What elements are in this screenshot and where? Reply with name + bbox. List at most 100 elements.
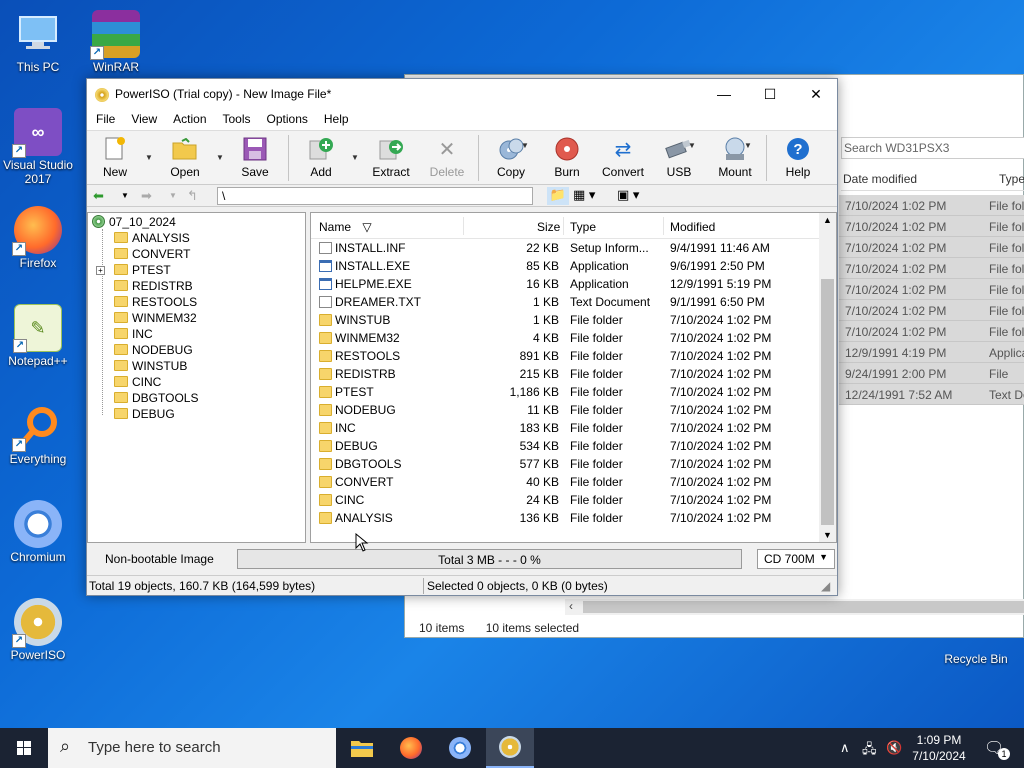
- file-row[interactable]: PTEST 1,186 KB File folder 7/10/2024 1:02 P…: [311, 383, 821, 401]
- explorer-row[interactable]: 7/10/2024 1:02 PM File fold: [839, 237, 1024, 258]
- path-input[interactable]: \: [217, 187, 533, 205]
- desktop-icon-this-pc[interactable]: This PC: [0, 10, 76, 74]
- new-button[interactable]: New: [87, 135, 143, 179]
- file-row[interactable]: WINSTUB 1 KB File folder 7/10/2024 1:02 PM: [311, 311, 821, 329]
- desktop-icon-firefox[interactable]: ↗ Firefox: [0, 206, 76, 270]
- desktop-icon-everything[interactable]: ↗ Everything: [0, 402, 76, 466]
- column-name[interactable]: Name ▽: [319, 220, 372, 234]
- close-button[interactable]: ✕: [793, 79, 839, 109]
- folder-view-icon[interactable]: 📁: [547, 187, 569, 205]
- tree-folder[interactable]: WINSTUB: [114, 359, 187, 375]
- horizontal-scrollbar[interactable]: ‹: [565, 599, 1024, 615]
- explorer-row[interactable]: 7/10/2024 1:02 PM File fold: [839, 321, 1024, 342]
- add-button[interactable]: Add: [293, 135, 349, 179]
- tree-folder[interactable]: WINMEM32: [114, 311, 197, 327]
- file-row[interactable]: INSTALL.EXE 85 KB Application 9/6/1991 2:50…: [311, 257, 821, 275]
- file-row[interactable]: HELPME.EXE 16 KB Application 12/9/1991 5:19…: [311, 275, 821, 293]
- new-dropdown-icon[interactable]: ▼: [145, 153, 153, 162]
- clock[interactable]: 1:09 PM 7/10/2024: [905, 732, 973, 764]
- menu-action[interactable]: Action: [164, 109, 213, 126]
- desktop-icon-notepad-plus[interactable]: ✎ ↗ Notepad++: [0, 304, 76, 368]
- copy-button[interactable]: Copy: [483, 135, 539, 179]
- add-dropdown-icon[interactable]: ▼: [351, 153, 359, 162]
- start-button[interactable]: [0, 728, 48, 768]
- scrollbar-thumb[interactable]: [821, 279, 834, 525]
- taskbar-poweriso[interactable]: [486, 728, 534, 768]
- tree-folder[interactable]: DEBUG: [114, 407, 175, 423]
- taskbar-file-explorer[interactable]: [338, 728, 386, 768]
- explorer-row[interactable]: 12/9/1991 4:19 PM Applica: [839, 342, 1024, 363]
- taskbar-search-input[interactable]: ⌕ Type here to search: [48, 728, 336, 768]
- explorer-row[interactable]: 7/10/2024 1:02 PM File fold: [839, 195, 1024, 216]
- burn-button[interactable]: Burn: [539, 135, 595, 179]
- explorer-row[interactable]: 7/10/2024 1:02 PM File fold: [839, 258, 1024, 279]
- file-row[interactable]: REDISTRB 215 KB File folder 7/10/2024 1:02 …: [311, 365, 821, 383]
- column-modified[interactable]: Modified: [670, 220, 715, 234]
- tree-folder[interactable]: REDISTRB: [114, 279, 193, 295]
- copy-dropdown-icon[interactable]: ▼: [521, 141, 529, 150]
- scroll-down-icon[interactable]: ▼: [823, 530, 832, 540]
- explorer-row[interactable]: 7/10/2024 1:02 PM File fold: [839, 216, 1024, 237]
- extract-button[interactable]: Extract: [363, 135, 419, 179]
- taskbar-chromium[interactable]: [436, 728, 484, 768]
- search-input[interactable]: Search WD31PSX3: [841, 137, 1024, 159]
- volume-muted-icon[interactable]: 🔇: [886, 740, 902, 756]
- desktop-icon-recycle-bin[interactable]: Recycle Bin: [936, 638, 1016, 666]
- delete-button[interactable]: ✕ Delete: [419, 135, 475, 180]
- file-row[interactable]: ANALYSIS 136 KB File folder 7/10/2024 1:02 …: [311, 509, 821, 527]
- mount-dropdown-icon[interactable]: ▼: [744, 141, 752, 150]
- tree-folder[interactable]: RESTOOLS: [114, 295, 197, 311]
- help-button[interactable]: ? Help: [770, 135, 826, 179]
- convert-button[interactable]: ⇄ Convert: [595, 135, 651, 180]
- chevron-up-icon[interactable]: ∧: [840, 740, 850, 756]
- column-type[interactable]: Type: [570, 220, 596, 234]
- menu-options[interactable]: Options: [258, 109, 315, 126]
- menu-view[interactable]: View: [122, 109, 164, 126]
- layout-icon[interactable]: ▣ ▾: [617, 187, 639, 205]
- file-row[interactable]: INSTALL.INF 22 KB Setup Inform... 9/4/1991 …: [311, 239, 821, 257]
- poweriso-window[interactable]: PowerISO (Trial copy) - New Image File* …: [86, 78, 838, 596]
- forward-arrow-icon[interactable]: ➡: [141, 188, 152, 204]
- open-button[interactable]: Open: [157, 135, 213, 179]
- scroll-left-icon[interactable]: ‹: [569, 599, 573, 613]
- usb-dropdown-icon[interactable]: ▼: [688, 141, 696, 150]
- tree-folder[interactable]: DBGTOOLS: [114, 391, 198, 407]
- maximize-button[interactable]: ☐: [747, 79, 793, 109]
- media-size-select[interactable]: CD 700M ▼: [757, 549, 835, 569]
- tree-folder[interactable]: PTEST: [114, 263, 171, 279]
- view-mode-icon[interactable]: ▦ ▾: [573, 187, 595, 205]
- resize-grip-icon[interactable]: ◢: [821, 579, 830, 593]
- tree-folder[interactable]: CONVERT: [114, 247, 190, 263]
- title-bar[interactable]: PowerISO (Trial copy) - New Image File* …: [87, 79, 837, 109]
- forward-dropdown-icon[interactable]: ▼: [169, 191, 177, 200]
- file-row[interactable]: DBGTOOLS 577 KB File folder 7/10/2024 1:02 …: [311, 455, 821, 473]
- menu-file[interactable]: File: [87, 109, 122, 126]
- menu-tools[interactable]: Tools: [214, 109, 258, 126]
- open-dropdown-icon[interactable]: ▼: [216, 153, 224, 162]
- column-type[interactable]: Type: [999, 172, 1024, 186]
- desktop-icon-winrar[interactable]: ↗ WinRAR: [78, 10, 154, 74]
- explorer-row[interactable]: 12/24/1991 7:52 AM Text Do: [839, 384, 1024, 405]
- desktop-icon-poweriso[interactable]: ↗ PowerISO: [0, 598, 76, 662]
- column-size[interactable]: Size: [537, 220, 560, 234]
- network-icon[interactable]: 🖧: [862, 740, 877, 762]
- save-button[interactable]: Save: [227, 135, 283, 179]
- taskbar-firefox[interactable]: [387, 728, 435, 768]
- back-arrow-icon[interactable]: ⬅: [93, 188, 104, 204]
- explorer-row[interactable]: 9/24/1991 2:00 PM File: [839, 363, 1024, 384]
- explorer-row[interactable]: 7/10/2024 1:02 PM File fold: [839, 300, 1024, 321]
- desktop-icon-chromium[interactable]: Chromium: [0, 500, 76, 564]
- file-row[interactable]: INC 183 KB File folder 7/10/2024 1:02 PM: [311, 419, 821, 437]
- file-row[interactable]: WINMEM32 4 KB File folder 7/10/2024 1:02 PM: [311, 329, 821, 347]
- mount-button[interactable]: Mount: [707, 135, 763, 179]
- column-date-modified[interactable]: Date modified: [843, 172, 917, 186]
- expand-icon[interactable]: +: [96, 266, 105, 275]
- back-dropdown-icon[interactable]: ▼: [121, 191, 129, 200]
- file-row[interactable]: DEBUG 534 KB File folder 7/10/2024 1:02 PM: [311, 437, 821, 455]
- desktop-icon-visual-studio[interactable]: ∞ ↗ Visual Studio 2017: [0, 108, 76, 186]
- file-row[interactable]: CONVERT 40 KB File folder 7/10/2024 1:02 PM: [311, 473, 821, 491]
- up-folder-icon[interactable]: ↰: [187, 188, 198, 204]
- file-row[interactable]: DREAMER.TXT 1 KB Text Document 9/1/1991 6:5…: [311, 293, 821, 311]
- file-row[interactable]: RESTOOLS 891 KB File folder 7/10/2024 1:02 …: [311, 347, 821, 365]
- tree-root[interactable]: 07_10_2024: [92, 215, 176, 229]
